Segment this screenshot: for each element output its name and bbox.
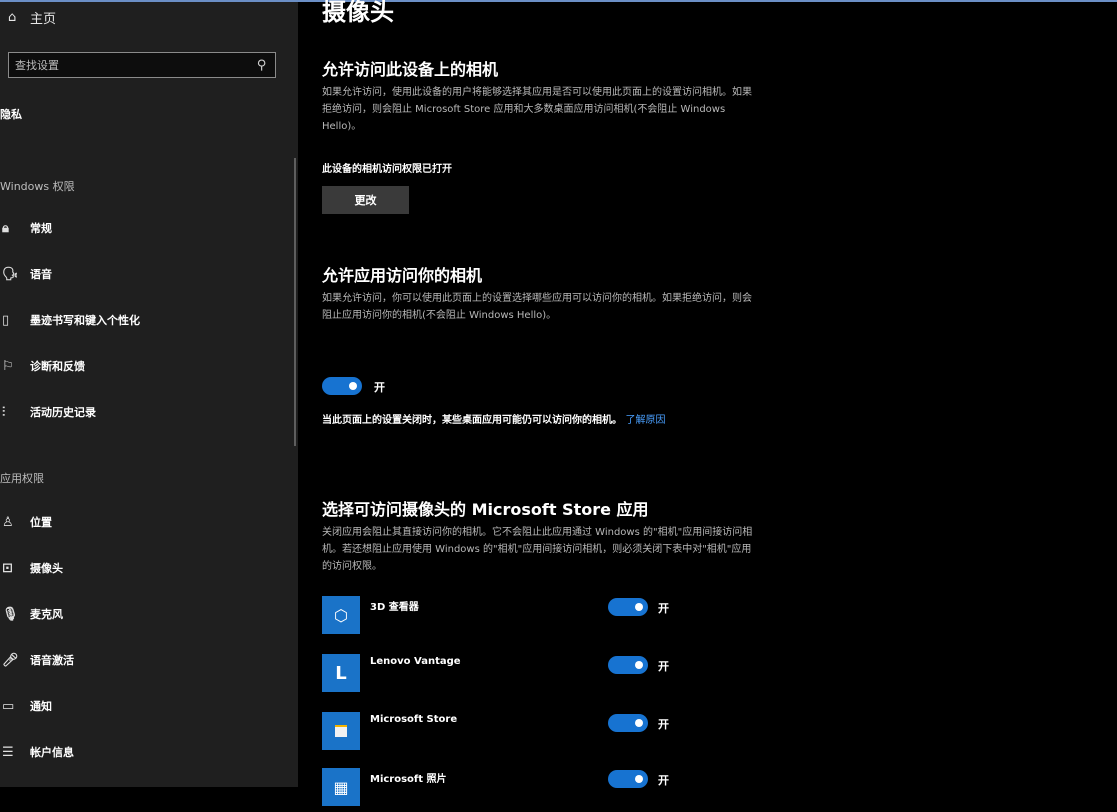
app-toggle-label: 开 [658, 660, 669, 673]
photos-icon: ▦ [322, 768, 360, 806]
notification-icon: ▭ [2, 698, 15, 714]
app-toggle-microsoft-photos[interactable] [608, 770, 648, 788]
sidebar-item-notifications[interactable]: ▭ 通知 [0, 692, 290, 720]
device-access-status: 此设备的相机访问权限已打开 [322, 164, 452, 175]
feedback-icon: ⚐ [2, 358, 14, 374]
sidebar-item-label: 位置 [30, 516, 52, 529]
lock-icon: 🔒︎ [2, 220, 9, 236]
sidebar-item-microphone[interactable]: 🎙︎ 麦克风 [0, 600, 290, 628]
app-row-microsoft-photos: ▦ Microsoft 照片 开 [322, 768, 762, 812]
app-access-heading: 允许应用访问你的相机 [322, 266, 483, 285]
sidebar-item-account-info[interactable]: ☰ 帐户信息 [0, 738, 290, 766]
sidebar: ⌂ 主页 ⚲ 隐私 Windows 权限 🔒︎ 常规 🗣︎ 语音 ▯ 墨迹书写和… [0, 2, 298, 787]
store-apps-description: 关闭应用会阻止其直接访问你的相机。它不会阻止此应用通过 Windows 的"相机… [322, 527, 753, 572]
home-label: 主页 [30, 11, 57, 27]
sidebar-item-speech[interactable]: 🗣︎ 语音 [0, 260, 290, 288]
page-title: 摄像头 [322, 0, 394, 26]
app-name: Microsoft 照片 [370, 774, 447, 785]
pen-icon: ▯ [2, 312, 10, 328]
store-apps-heading: 选择可访问摄像头的 Microsoft Store 应用 [322, 500, 649, 519]
app-row-3d-viewer: ⬡ 3D 查看器 开 [322, 596, 762, 640]
sidebar-item-inking[interactable]: ▯ 墨迹书写和键入个性化 [0, 306, 290, 334]
app-toggle-label: 开 [658, 602, 669, 615]
voice-icon: 🎤︎ [2, 652, 19, 668]
sidebar-item-activity[interactable]: ⫶ 活动历史记录 [0, 398, 290, 426]
desktop-apps-note: 当此页面上的设置关闭时，某些桌面应用可能仍可以访问你的相机。 了解原因 [322, 412, 752, 429]
account-icon: ☰ [2, 744, 14, 760]
device-access-description: 如果允许访问，使用此设备的用户将能够选择其应用是否可以使用此页面上的设置访问相机… [322, 87, 752, 132]
lenovo-l-icon: L [322, 654, 360, 692]
sidebar-item-general[interactable]: 🔒︎ 常规 [0, 214, 290, 242]
app-access-toggle[interactable] [322, 377, 362, 395]
device-access-heading: 允许访问此设备上的相机 [322, 60, 499, 79]
app-name: Lenovo Vantage [370, 656, 461, 667]
sidebar-item-label: 常规 [30, 222, 52, 235]
sidebar-scrollbar[interactable] [294, 158, 296, 446]
app-toggle-3d-viewer[interactable] [608, 598, 648, 616]
app-toggle-lenovo-vantage[interactable] [608, 656, 648, 674]
group-app-permissions: 应用权限 [0, 472, 44, 485]
app-toggle-label: 开 [658, 774, 669, 787]
microphone-icon: 🎙︎ [2, 606, 19, 622]
location-icon: ♙ [2, 514, 14, 530]
search-box[interactable]: ⚲ [8, 52, 276, 78]
search-icon[interactable]: ⚲ [257, 58, 267, 73]
sidebar-item-label: 墨迹书写和键入个性化 [30, 314, 140, 327]
sidebar-item-label: 诊断和反馈 [30, 360, 85, 373]
sidebar-item-diagnostics[interactable]: ⚐ 诊断和反馈 [0, 352, 290, 380]
sidebar-item-label: 语音激活 [30, 654, 74, 667]
group-windows-permissions: Windows 权限 [0, 180, 75, 193]
app-access-description: 如果允许访问，你可以使用此页面上的设置选择哪些应用可以访问你的相机。如果拒绝访问… [322, 293, 752, 321]
app-row-microsoft-store: Microsoft Store 开 [322, 712, 762, 756]
sidebar-item-label: 麦克风 [30, 608, 63, 621]
app-name: 3D 查看器 [370, 602, 419, 613]
store-icon [322, 712, 360, 750]
sidebar-item-label: 帐户信息 [30, 746, 74, 759]
app-row-lenovo-vantage: L Lenovo Vantage 开 [322, 654, 762, 698]
sidebar-item-label: 活动历史记录 [30, 406, 96, 419]
note-text: 当此页面上的设置关闭时，某些桌面应用可能仍可以访问你的相机。 [322, 415, 622, 426]
toggle-knob [635, 775, 643, 783]
sidebar-item-label: 通知 [30, 700, 52, 713]
learn-why-link[interactable]: 了解原因 [625, 415, 665, 426]
change-button[interactable]: 更改 [322, 186, 409, 214]
speech-icon: 🗣︎ [2, 266, 19, 282]
camera-icon: ⊡ [2, 560, 13, 576]
sidebar-home[interactable]: ⌂ 主页 [8, 6, 56, 28]
toggle-knob [635, 603, 643, 611]
app-toggle-microsoft-store[interactable] [608, 714, 648, 732]
sidebar-item-camera[interactable]: ⊡ 摄像头 [0, 554, 290, 582]
app-toggle-label: 开 [658, 718, 669, 731]
sidebar-item-location[interactable]: ♙ 位置 [0, 508, 290, 536]
home-icon: ⌂ [8, 9, 17, 25]
history-icon: ⫶ [2, 404, 6, 420]
toggle-knob [349, 382, 357, 390]
cube-icon: ⬡ [322, 596, 360, 634]
main-content: 摄像头 允许访问此设备上的相机 如果允许访问，使用此设备的用户将能够选择其应用是… [322, 0, 762, 806]
sidebar-item-label: 摄像头 [30, 562, 63, 575]
toggle-knob [635, 719, 643, 727]
toggle-knob [635, 661, 643, 669]
app-name: Microsoft Store [370, 714, 458, 725]
app-access-toggle-label: 开 [374, 381, 385, 394]
sidebar-item-label: 语音 [30, 268, 52, 281]
sidebar-item-voice-activation[interactable]: 🎤︎ 语音激活 [0, 646, 290, 674]
search-input[interactable] [15, 58, 235, 72]
section-title: 隐私 [0, 108, 22, 121]
